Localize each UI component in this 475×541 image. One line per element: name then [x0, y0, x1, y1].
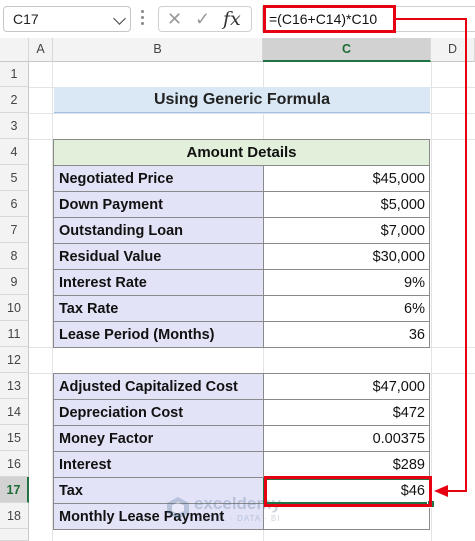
connector-arrow-icon	[396, 18, 467, 497]
